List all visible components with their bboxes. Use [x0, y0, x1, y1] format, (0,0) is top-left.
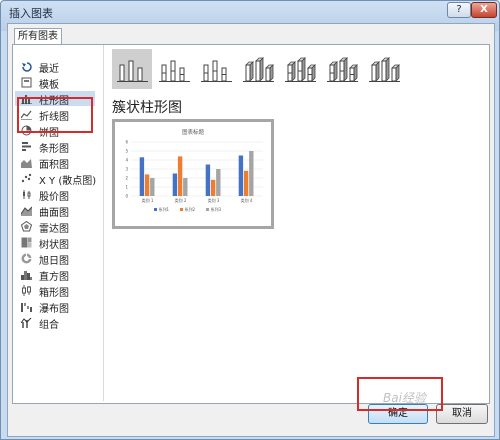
legend-swatch	[154, 208, 157, 211]
legend-label: 系列1	[159, 206, 170, 212]
y-tick-label: 3	[125, 167, 128, 172]
chart-content-area: 簇状柱形图 图表标题 0 1 2 3 4 5 6 类别 1 类别 2 类别 3 类别 4 系列1 系列2 系…	[103, 45, 488, 401]
dialog-title: 插入图表	[9, 7, 53, 20]
bar	[249, 151, 254, 196]
bar	[183, 178, 188, 196]
close-button[interactable]: X	[471, 2, 497, 18]
sidebar-item[interactable]: 条形图	[15, 139, 95, 155]
bar	[205, 164, 211, 196]
stock-chart-icon	[21, 189, 32, 200]
sidebar-item[interactable]: 曲面图	[15, 203, 95, 219]
bar	[144, 174, 150, 196]
bar	[150, 178, 155, 196]
area-chart-icon	[21, 157, 32, 168]
sidebar-item[interactable]: 树状图	[15, 235, 95, 251]
y-tick-label: 2	[125, 176, 128, 181]
radar-chart-icon	[20, 220, 33, 232]
histogram-chart-icon	[21, 269, 32, 280]
y-tick-label: 1	[125, 185, 128, 190]
sidebar-item[interactable]: 股价图	[15, 187, 95, 203]
y-tick-label: 0	[125, 194, 128, 199]
sidebar-item-label: 箱形图	[39, 288, 69, 299]
title-bar: 插入图表 ? X	[1, 1, 499, 23]
sidebar-item[interactable]: 箱形图	[15, 283, 95, 299]
sidebar-item[interactable]: 模板	[15, 75, 95, 91]
sidebar-item-label: 组合	[39, 320, 59, 331]
chart-preview[interactable]: 图表标题 0 1 2 3 4 5 6 类别 1 类别 2 类别 3 类别 4 系列1 系列2 系列3	[112, 119, 274, 229]
waterfall-chart-icon	[21, 301, 32, 312]
sunburst-chart-icon	[21, 253, 32, 264]
bar	[177, 156, 183, 196]
cancel-button[interactable]: 取消	[436, 404, 488, 424]
chart-title: 图表标题	[182, 128, 205, 136]
sidebar-item-label: 瀑布图	[39, 304, 69, 315]
legend-swatch	[206, 208, 209, 211]
bar	[172, 173, 178, 196]
sidebar-item-label: 旭日图	[39, 256, 69, 267]
box-whisker-chart-icon	[21, 285, 32, 296]
y-tick-label: 4	[125, 158, 128, 163]
y-tick-label: 6	[125, 140, 128, 145]
scatter-chart-icon	[21, 173, 32, 184]
x-tick-label: 类别 1	[142, 197, 154, 203]
x-tick-label: 类别 2	[175, 197, 187, 203]
sidebar-item-label: 最近	[39, 64, 59, 75]
3d-stacked-column-icon[interactable]	[280, 49, 320, 89]
bar	[243, 170, 249, 196]
bar	[210, 179, 216, 196]
sidebar-item-label: 模板	[39, 80, 59, 91]
subtype-heading: 簇状柱形图	[112, 100, 182, 116]
sidebar-item-label: 面积图	[39, 160, 69, 171]
100-stacked-column-icon[interactable]	[196, 49, 236, 89]
chart-subtype-gallery	[112, 49, 412, 91]
sidebar-item-label: 树状图	[39, 240, 69, 251]
sidebar-item-label: 直方图	[39, 272, 69, 283]
treemap-chart-icon	[21, 237, 32, 248]
bar	[139, 157, 145, 196]
combo-chart-icon	[20, 317, 32, 328]
clustered-column-icon[interactable]	[112, 49, 152, 89]
3d-column-icon[interactable]	[364, 49, 404, 89]
sidebar-item-label: 股价图	[39, 192, 69, 203]
template-icon	[21, 77, 32, 88]
dialog-body: 所有图表 最近 模板 柱形图 折线图 饼图 条形图 面积图 X Y (散点图) 股价图 曲面图 雷达…	[7, 23, 495, 437]
x-tick-label: 类别 3	[208, 197, 220, 203]
sidebar-item[interactable]: X Y (散点图)	[15, 171, 97, 187]
legend-label: 系列2	[185, 206, 196, 212]
sidebar-item-label: X Y (散点图)	[39, 176, 97, 187]
sidebar-item-label: 曲面图	[39, 208, 69, 219]
sidebar-item[interactable]: 最近	[15, 59, 95, 75]
sidebar-item[interactable]: 雷达图	[15, 219, 95, 235]
sidebar-item[interactable]: 直方图	[15, 267, 95, 283]
sidebar-item[interactable]: 组合	[15, 315, 95, 331]
legend-label: 系列3	[211, 206, 222, 212]
tab-panel: 最近 模板 柱形图 折线图 饼图 条形图 面积图 X Y (散点图) 股价图 曲面图 雷达图 树状图旭…	[12, 44, 490, 404]
3d-100-stacked-column-icon[interactable]	[322, 49, 362, 89]
legend-swatch	[180, 208, 183, 211]
sidebar-item[interactable]: 面积图	[15, 155, 95, 171]
sidebar-item[interactable]: 旭日图	[15, 251, 95, 267]
recent-icon	[21, 61, 32, 72]
3d-clustered-column-icon[interactable]	[238, 49, 278, 89]
sidebar-item[interactable]: 瀑布图	[15, 299, 95, 315]
bar	[216, 169, 221, 196]
surface-chart-icon	[20, 205, 33, 216]
y-tick-label: 5	[125, 149, 128, 154]
watermark: Bai经验	[383, 391, 426, 405]
bar	[238, 155, 244, 196]
stacked-column-icon[interactable]	[154, 49, 194, 89]
bar-chart-icon	[21, 141, 32, 152]
insert-chart-dialog: 插入图表 ? X 所有图表 最近 模板 柱形图 折线图 饼图 条形图 面积图 X Y (散点图…	[0, 0, 500, 440]
sidebar-item-label: 条形图	[39, 144, 69, 155]
help-button[interactable]: ?	[447, 2, 471, 18]
highlight-box-category	[17, 97, 93, 133]
tab-all-charts[interactable]: 所有图表	[14, 28, 62, 45]
sidebar-item-label: 雷达图	[39, 224, 69, 235]
preview-chart-svg: 图表标题 0 1 2 3 4 5 6 类别 1 类别 2 类别 3 类别 4 系列1 系列2 系列3	[125, 128, 263, 212]
x-tick-label: 类别 4	[241, 197, 253, 203]
